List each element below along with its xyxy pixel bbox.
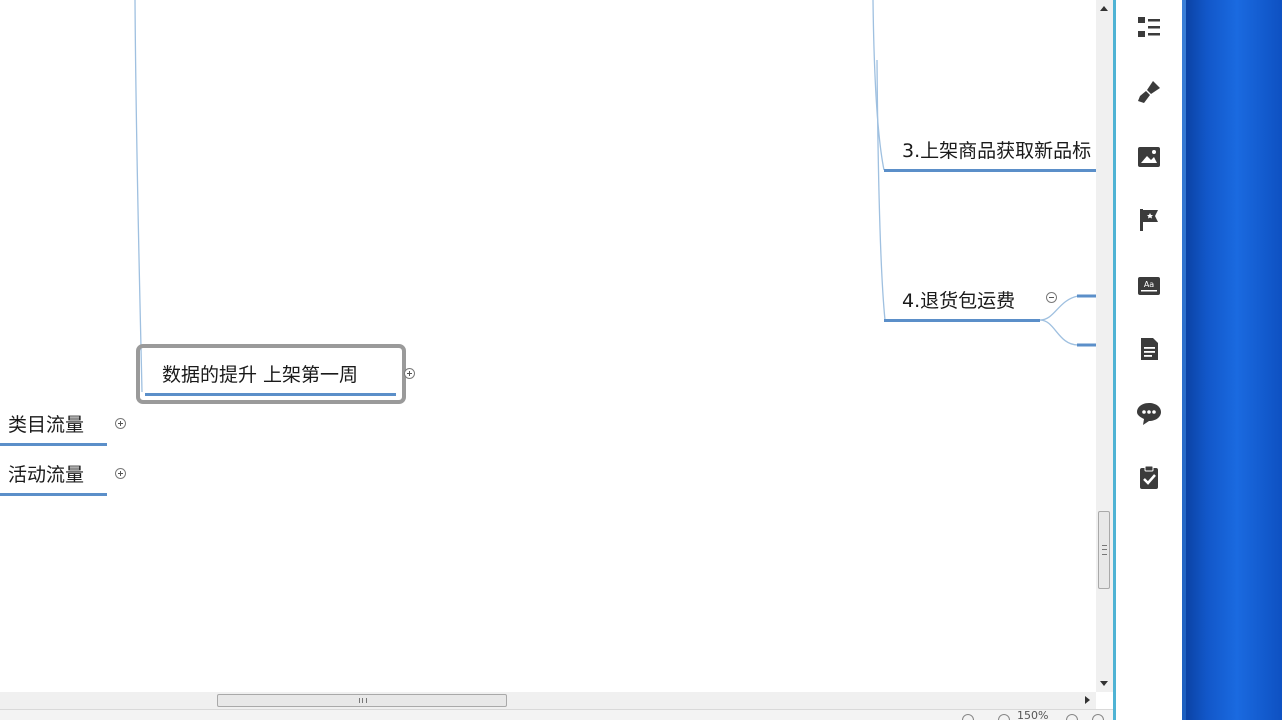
desktop-background: [1182, 0, 1282, 720]
expand-icon[interactable]: [115, 418, 126, 429]
text-style-icon[interactable]: Aa: [1136, 273, 1162, 299]
fit-view-icon[interactable]: [962, 714, 974, 720]
svg-text:Aa: Aa: [1144, 280, 1154, 289]
vertical-scrollbar[interactable]: [1096, 0, 1113, 692]
topic-underline: [884, 319, 1040, 322]
scroll-up-icon[interactable]: [1100, 6, 1108, 11]
vertical-scroll-thumb[interactable]: [1098, 511, 1110, 589]
topic-central[interactable]: 数据的提升 上架第一周: [162, 363, 358, 387]
topic-underline: [0, 493, 107, 496]
topic-central-underline: [145, 393, 396, 396]
topic-underline: [0, 443, 107, 446]
horizontal-scrollbar[interactable]: [0, 692, 1096, 709]
outline-icon[interactable]: [1136, 14, 1162, 40]
mindmap-canvas[interactable]: 数据的提升 上架第一周 类目流量 活动流量 3.上架商品获取新品标 4.退货包运…: [0, 0, 1096, 692]
comments-icon[interactable]: [1136, 400, 1162, 426]
expand-icon[interactable]: [404, 368, 415, 379]
image-icon[interactable]: [1136, 144, 1162, 170]
collapse-icon[interactable]: [1046, 292, 1057, 303]
notes-icon[interactable]: [1136, 336, 1162, 362]
zoom-menu-icon[interactable]: [1092, 714, 1104, 720]
scroll-down-icon[interactable]: [1100, 681, 1108, 686]
topic-item-3[interactable]: 3.上架商品获取新品标: [902, 139, 1091, 163]
zoom-level[interactable]: 150%: [1017, 710, 1048, 720]
topic-underline: [884, 169, 1096, 172]
topic-category-traffic[interactable]: 类目流量: [8, 413, 84, 437]
zoom-out-icon[interactable]: [998, 714, 1010, 720]
expand-icon[interactable]: [115, 468, 126, 479]
topic-activity-traffic[interactable]: 活动流量: [8, 463, 84, 487]
horizontal-scroll-thumb[interactable]: [217, 694, 507, 707]
side-panel: Aa: [1116, 0, 1182, 720]
topic-item-4[interactable]: 4.退货包运费: [902, 289, 1015, 313]
status-bar: 150%: [0, 709, 1113, 720]
zoom-in-icon[interactable]: [1066, 714, 1078, 720]
task-icon[interactable]: [1136, 464, 1162, 490]
marker-flag-icon[interactable]: [1136, 207, 1162, 233]
scroll-right-icon[interactable]: [1085, 696, 1090, 704]
format-brush-icon[interactable]: [1136, 79, 1162, 105]
